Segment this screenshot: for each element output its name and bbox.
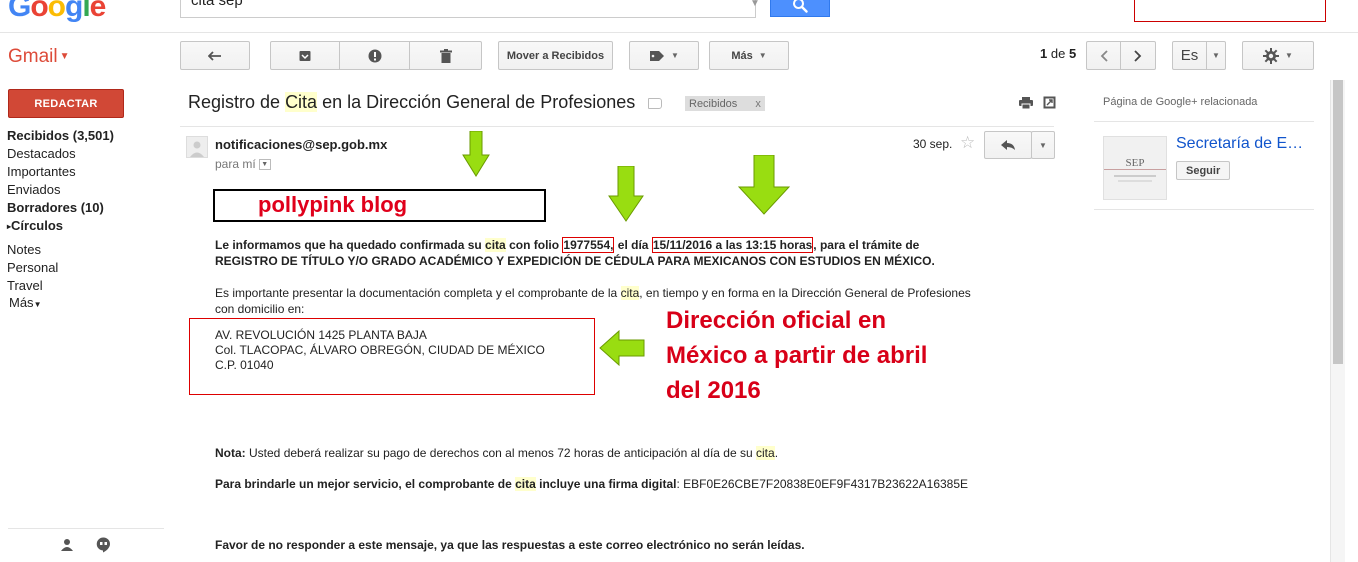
input-tools-button[interactable]: Es xyxy=(1172,41,1207,70)
sender-avatar[interactable] xyxy=(186,136,208,158)
sidebar-item-important[interactable]: Importantes xyxy=(7,164,76,179)
input-tools-dropdown[interactable]: ▼ xyxy=(1207,41,1226,70)
search-options-caret[interactable]: ▼ xyxy=(750,0,760,9)
sender-email[interactable]: notificaciones@sep.gob.mx xyxy=(215,137,387,152)
pager: 1 de 5 xyxy=(1040,46,1077,61)
message-subject: Registro de Cita en la Dirección General… xyxy=(188,92,636,112)
follow-button[interactable]: Seguir xyxy=(1176,161,1231,180)
caret-down-icon: ▼ xyxy=(1212,51,1220,60)
sidebar-item-starred[interactable]: Destacados xyxy=(7,146,76,161)
message-date: 30 sep. xyxy=(913,137,953,151)
google-logo[interactable]: Google xyxy=(8,0,106,24)
gmail-menu[interactable]: Gmail ▼ xyxy=(8,46,70,68)
caret-down-icon: ▼ xyxy=(59,51,70,63)
sidebar-item-personal[interactable]: Personal xyxy=(7,260,58,275)
recipient-line: para mí ▼ xyxy=(215,157,271,171)
reply-button[interactable] xyxy=(984,131,1032,159)
sidebar-divider xyxy=(8,528,164,529)
header-divider xyxy=(180,126,1054,127)
google-plus-page-title: Página de Google+ relacionada xyxy=(1103,96,1258,108)
sep-logo[interactable]: SEP xyxy=(1103,136,1167,200)
label-icon xyxy=(650,50,665,61)
reply-icon xyxy=(1001,140,1015,150)
importance-marker-icon[interactable] xyxy=(648,98,662,109)
address-line-3: C.P. 01040 xyxy=(215,358,274,372)
panel-divider xyxy=(1094,209,1314,210)
account-area[interactable] xyxy=(1134,0,1326,22)
topbar-divider xyxy=(0,32,1358,33)
contacts-icon[interactable] xyxy=(60,538,74,552)
arrow-down-icon xyxy=(738,155,790,215)
address-annotation: Dirección oficial en México a partir de … xyxy=(666,307,928,404)
show-details-icon[interactable]: ▼ xyxy=(258,159,271,171)
logo-stripe xyxy=(1114,175,1156,177)
sidebar-item-notes[interactable]: Notes xyxy=(7,242,41,257)
person-icon xyxy=(190,141,204,157)
search-button[interactable] xyxy=(770,0,830,17)
more-button[interactable]: Más ▼ xyxy=(709,41,789,70)
date-highlight: 15/11/2016 a las 13:15 horas xyxy=(651,237,814,253)
labels-button[interactable]: ▼ xyxy=(629,41,699,70)
no-reply-footer: Favor de no responder a este mensaje, ya… xyxy=(215,538,805,552)
blog-watermark: pollypink blog xyxy=(258,192,408,217)
newer-button[interactable] xyxy=(1086,41,1121,70)
sidebar-item-sent[interactable]: Enviados xyxy=(7,182,60,197)
sidebar-item-more[interactable]: Más▼ xyxy=(9,295,41,310)
report-spam-button[interactable] xyxy=(340,41,410,70)
more-reply-options[interactable]: ▼ xyxy=(1031,131,1055,159)
print-icon[interactable] xyxy=(1019,97,1033,109)
sidebar-item-drafts[interactable]: Borradores (10) xyxy=(7,200,104,215)
caret-down-icon: ▼ xyxy=(33,300,42,309)
arrow-down-icon xyxy=(462,131,490,177)
confirmation-paragraph: Le informamos que ha quedado confirmada … xyxy=(215,237,935,268)
delete-button[interactable] xyxy=(410,41,482,70)
sidebar-item-inbox[interactable]: Recibidos (3,501) xyxy=(7,128,114,143)
caret-down-icon: ▼ xyxy=(1285,51,1293,60)
chevron-left-icon xyxy=(1100,49,1108,62)
archive-button[interactable] xyxy=(270,41,340,70)
inbox-label-badge[interactable]: Recibidos x xyxy=(685,96,765,111)
caret-down-icon: ▼ xyxy=(671,51,679,60)
address-line-1: AV. REVOLUCIÓN 1425 PLANTA BAJA xyxy=(215,328,427,342)
folio-highlight: 1977554, xyxy=(562,237,615,253)
new-window-icon[interactable] xyxy=(1043,96,1056,109)
back-button[interactable] xyxy=(180,41,250,70)
arrow-down-icon xyxy=(608,166,644,222)
star-icon[interactable]: ☆ xyxy=(960,133,975,153)
settings-button[interactable]: ▼ xyxy=(1242,41,1314,70)
sidebar-item-circles[interactable]: ▸Círculos xyxy=(7,218,63,233)
gear-icon xyxy=(1263,47,1280,64)
compose-button[interactable]: REDACTAR xyxy=(8,89,124,118)
report-spam-icon xyxy=(368,49,381,62)
sidebar-item-travel[interactable]: Travel xyxy=(7,278,43,293)
remove-label-icon[interactable]: x xyxy=(755,98,761,110)
address-line-2: Col. TLACOPAC, ÁLVARO OBREGÓN, CIUDAD DE… xyxy=(215,343,545,357)
back-arrow-icon xyxy=(208,50,221,61)
arrow-left-icon xyxy=(599,330,645,366)
caret-down-icon: ▼ xyxy=(758,51,767,60)
digital-signature: Para brindarle un mejor servicio, el com… xyxy=(215,477,969,491)
archive-icon xyxy=(299,50,311,61)
logo-stripe xyxy=(1118,180,1152,182)
google-plus-page-name[interactable]: Secretaría de Educación Pública xyxy=(1176,135,1310,153)
payment-note: Nota: Usted deberá realizar su pago de d… xyxy=(215,446,779,460)
move-to-inbox-button[interactable]: Mover a Recibidos xyxy=(498,41,613,70)
caret-down-icon: ▼ xyxy=(1039,140,1047,150)
hangouts-icon[interactable] xyxy=(96,537,111,553)
scrollbar-thumb[interactable] xyxy=(1333,80,1343,364)
search-icon xyxy=(793,0,808,13)
panel-divider xyxy=(1094,121,1314,122)
older-button[interactable] xyxy=(1121,41,1156,70)
trash-icon xyxy=(439,48,452,63)
search-input[interactable]: cita sep xyxy=(180,0,756,18)
chevron-right-icon xyxy=(1134,49,1142,62)
